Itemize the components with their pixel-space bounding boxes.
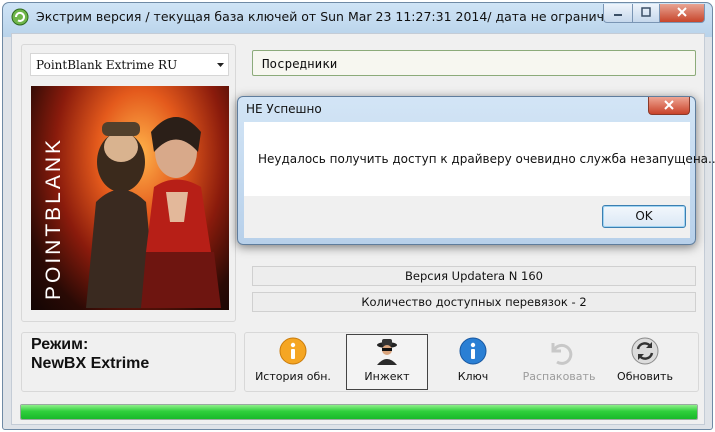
close-button[interactable]	[659, 4, 705, 23]
mediators-field[interactable]: Посредники	[252, 50, 696, 76]
ok-button[interactable]: OK	[602, 205, 686, 228]
inject-label: Инжект	[364, 370, 410, 383]
close-icon	[677, 7, 687, 17]
chevron-down-icon	[217, 63, 224, 67]
key-label: Ключ	[457, 370, 489, 383]
error-dialog: НЕ Успешно Неудалось получить доступ к д…	[237, 96, 715, 245]
progress-bar	[20, 404, 698, 420]
history-label: История обн.	[255, 370, 331, 383]
inject-button[interactable]: Инжект	[346, 334, 428, 390]
agent-icon	[377, 339, 397, 365]
info-blue-icon	[459, 337, 487, 365]
minimize-button[interactable]	[603, 4, 633, 23]
close-icon	[664, 100, 674, 110]
svg-text:POINTBLANK: POINTBLANK	[42, 137, 65, 300]
updater-version-status: Версия Updatera N 160	[252, 266, 696, 286]
maximize-button[interactable]	[632, 4, 660, 23]
dialog-message: Неудалось получить доступ к драйверу оче…	[258, 152, 715, 166]
dialog-body: Неудалось получить доступ к драйверу оче…	[244, 122, 715, 196]
mediators-label: Посредники	[262, 56, 338, 71]
unpack-button[interactable]: Распаковать	[519, 335, 599, 389]
dialog-close-button[interactable]	[648, 97, 690, 115]
minimize-icon	[614, 14, 622, 16]
game-select-value: PointBlank Extrime RU	[36, 58, 178, 72]
dialog-footer: OK	[244, 196, 690, 238]
dialog-title: НЕ Успешно	[246, 102, 322, 116]
refresh-button[interactable]: Обновить	[605, 335, 685, 389]
characters-illustration	[86, 117, 221, 308]
undo-icon	[551, 343, 573, 365]
refresh-label: Обновить	[617, 370, 673, 383]
window-title: Экстрим версия / текущая база ключей от …	[36, 9, 628, 24]
toolbar: История обн. Инжект Ключ Распаковать Обн…	[244, 332, 699, 392]
mode-value: NewBX Extrime	[31, 355, 150, 372]
app-icon	[11, 8, 29, 26]
pointblank-logo: POINTBLANK	[42, 137, 65, 300]
game-select[interactable]: PointBlank Extrime RU	[30, 53, 229, 76]
history-button[interactable]: История обн.	[253, 335, 333, 389]
unpack-label: Распаковать	[522, 370, 596, 383]
info-icon	[279, 337, 307, 365]
maximize-icon	[641, 7, 651, 17]
available-links-status: Количество доступных перевязок - 2	[252, 292, 696, 312]
refresh-icon	[631, 337, 659, 365]
mode-label: Режим:	[31, 336, 89, 353]
progress-fill	[21, 405, 697, 419]
game-banner-image: POINTBLANK	[31, 86, 229, 310]
mode-panel: Режим: NewBX Extrime	[21, 332, 236, 392]
title-bar[interactable]: Экстрим версия / текущая база ключей от …	[3, 3, 712, 33]
key-button[interactable]: Ключ	[433, 335, 513, 389]
